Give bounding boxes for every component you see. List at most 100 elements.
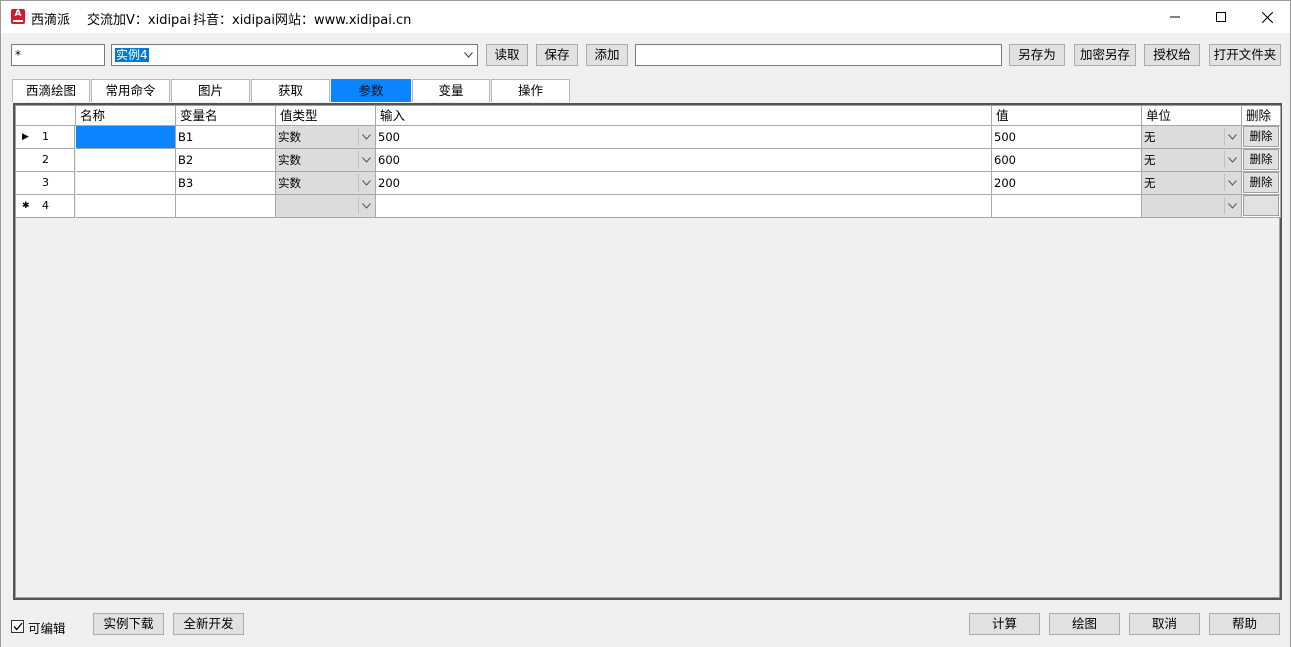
tab-variables[interactable]: 变量 xyxy=(412,79,490,102)
authorize-button[interactable]: 授权给 xyxy=(1144,44,1200,66)
column-header-type[interactable]: 值类型 xyxy=(276,106,376,126)
input-cell[interactable]: 200 xyxy=(376,172,992,195)
save-as-button[interactable]: 另存为 xyxy=(1009,44,1065,66)
unit-select-cell[interactable] xyxy=(1142,195,1242,218)
maximize-button[interactable] xyxy=(1198,1,1244,33)
chevron-down-icon[interactable] xyxy=(1224,174,1240,191)
unit-select-cell[interactable]: 无 xyxy=(1142,126,1242,149)
tab-parameters[interactable]: 参数 xyxy=(331,79,411,102)
delete-cell: 删除 xyxy=(1242,172,1281,195)
column-header-value[interactable]: 值 xyxy=(992,106,1142,126)
row-header[interactable]: 3 xyxy=(16,172,75,195)
draw-button[interactable]: 绘图 xyxy=(1049,613,1120,635)
minimize-button[interactable] xyxy=(1152,1,1198,33)
new-row-icon: ✱ xyxy=(22,201,30,211)
chevron-down-icon[interactable] xyxy=(358,128,374,145)
app-window: A 西滴派 交流加V：xidipai 抖音：xidipai 网站：www.xid… xyxy=(0,0,1291,647)
row-header-corner xyxy=(16,106,76,126)
example-select[interactable]: 实例4 xyxy=(111,44,478,66)
type-select-cell[interactable]: 实数 xyxy=(276,149,376,172)
download-example-button[interactable]: 实例下载 xyxy=(93,613,164,635)
close-button[interactable] xyxy=(1244,1,1290,33)
type-select-cell[interactable]: 实数 xyxy=(276,126,376,149)
filter-field[interactable]: * xyxy=(11,44,105,66)
type-select-value: 实数 xyxy=(278,176,301,190)
column-header-delete[interactable]: 删除 xyxy=(1242,106,1281,126)
calculate-button[interactable]: 计算 xyxy=(969,613,1040,635)
client-area: * 实例4 读取 保存 添加 另存为 加密另存 授权给 打开文件夹 西滴绘图 常… xyxy=(1,33,1290,647)
name-cell[interactable] xyxy=(76,149,176,172)
column-header-name[interactable]: 名称 xyxy=(76,106,176,126)
title-bar: A 西滴派 交流加V：xidipai 抖音：xidipai 网站：www.xid… xyxy=(1,1,1290,33)
maximize-icon xyxy=(1216,12,1226,22)
grid-viewport: 名称 变量名 值类型 输入 值 单位 删除 ▶ 1 B1 实数 500 500 … xyxy=(15,105,1281,598)
chevron-down-icon[interactable] xyxy=(1224,197,1240,214)
delete-cell xyxy=(1242,195,1281,218)
chevron-down-icon[interactable] xyxy=(1224,128,1240,145)
current-row-icon: ▶ xyxy=(22,132,29,142)
add-button[interactable]: 添加 xyxy=(586,44,628,66)
example-select-value: 实例4 xyxy=(115,48,149,62)
unit-select-cell[interactable]: 无 xyxy=(1142,149,1242,172)
unit-select-cell[interactable]: 无 xyxy=(1142,172,1242,195)
value-cell xyxy=(992,195,1142,218)
tab-xidi-draw[interactable]: 西滴绘图 xyxy=(12,79,90,102)
chevron-down-icon[interactable] xyxy=(358,174,374,191)
parameter-grid: 名称 变量名 值类型 输入 值 单位 删除 ▶ 1 B1 实数 500 500 … xyxy=(13,103,1282,600)
encrypt-save-button[interactable]: 加密另存 xyxy=(1074,44,1136,66)
editable-label[interactable]: 可编辑 xyxy=(28,618,66,637)
column-header-var[interactable]: 变量名 xyxy=(176,106,276,126)
name-cell[interactable] xyxy=(76,172,176,195)
chevron-down-icon[interactable] xyxy=(1224,151,1240,168)
editable-checkbox[interactable] xyxy=(11,620,24,633)
value-cell: 600 xyxy=(992,149,1142,172)
name-cell[interactable] xyxy=(76,126,176,149)
delete-row-button[interactable]: 删除 xyxy=(1243,149,1279,170)
checkmark-icon xyxy=(13,622,23,631)
row-header[interactable]: ▶ 1 xyxy=(16,126,75,149)
cancel-button[interactable]: 取消 xyxy=(1129,613,1200,635)
tab-operations[interactable]: 操作 xyxy=(491,79,570,102)
new-row-header[interactable]: ✱ 4 xyxy=(16,195,75,218)
open-folder-button[interactable]: 打开文件夹 xyxy=(1209,44,1281,66)
input-cell[interactable] xyxy=(376,195,992,218)
type-select-cell[interactable] xyxy=(276,195,376,218)
website-info: 网站：www.xidipai.cn xyxy=(275,13,412,28)
unit-select-value: 无 xyxy=(1144,130,1156,144)
input-cell[interactable]: 500 xyxy=(376,126,992,149)
var-cell[interactable]: B2 xyxy=(176,149,276,172)
value-cell: 500 xyxy=(992,126,1142,149)
chevron-down-icon[interactable] xyxy=(358,197,374,214)
name-cell[interactable] xyxy=(76,195,176,218)
var-cell[interactable]: B3 xyxy=(176,172,276,195)
input-cell[interactable]: 600 xyxy=(376,149,992,172)
delete-row-button[interactable]: 删除 xyxy=(1243,172,1279,193)
type-select-value: 实数 xyxy=(278,130,301,144)
var-cell[interactable] xyxy=(176,195,276,218)
chevron-down-icon[interactable] xyxy=(461,45,475,65)
tab-fetch[interactable]: 获取 xyxy=(251,79,330,102)
contact-info: 交流加V：xidipai xyxy=(87,13,191,28)
delete-row-button[interactable] xyxy=(1243,195,1279,216)
read-button[interactable]: 读取 xyxy=(486,44,528,66)
unit-select-value: 无 xyxy=(1144,153,1156,167)
tab-images[interactable]: 图片 xyxy=(171,79,250,102)
column-header-input[interactable]: 输入 xyxy=(376,106,992,126)
delete-cell: 删除 xyxy=(1242,126,1281,149)
douyin-info: 抖音：xidipai xyxy=(193,13,275,28)
help-button[interactable]: 帮助 xyxy=(1209,613,1280,635)
minimize-icon xyxy=(1170,16,1180,18)
type-select-cell[interactable]: 实数 xyxy=(276,172,376,195)
var-cell[interactable]: B1 xyxy=(176,126,276,149)
row-header[interactable]: 2 xyxy=(16,149,75,172)
path-field[interactable] xyxy=(635,44,1002,66)
new-development-button[interactable]: 全新开发 xyxy=(173,613,244,635)
chevron-down-icon[interactable] xyxy=(358,151,374,168)
save-button[interactable]: 保存 xyxy=(536,44,578,66)
tab-common-commands[interactable]: 常用命令 xyxy=(91,79,170,102)
bottom-bar: 可编辑 实例下载 全新开发 计算 绘图 取消 帮助 xyxy=(1,611,1290,646)
column-header-unit[interactable]: 单位 xyxy=(1142,106,1242,126)
unit-select-value: 无 xyxy=(1144,176,1156,190)
delete-row-button[interactable]: 删除 xyxy=(1243,126,1279,147)
app-title: 西滴派 xyxy=(31,13,71,28)
